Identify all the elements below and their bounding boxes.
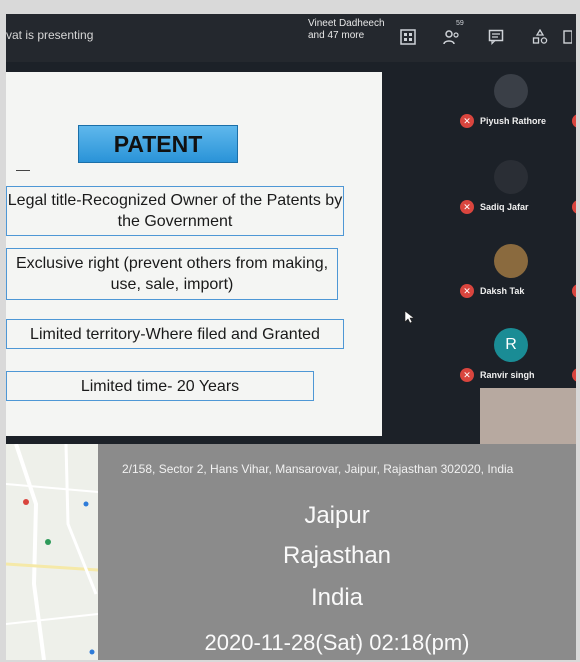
geo-stamp: 2/158, Sector 2, Hans Vihar, Mansarovar,… — [6, 444, 576, 660]
participant-name: Piyush Rathore — [480, 116, 547, 126]
location-map — [6, 444, 98, 660]
participant-count: 59 — [456, 20, 464, 27]
mouse-cursor-icon — [404, 310, 414, 324]
people-icon — [443, 30, 459, 45]
stamp-country: India — [310, 584, 364, 611]
participant-name: Daksh Tak — [480, 286, 525, 296]
map-roads — [6, 444, 98, 660]
self-view-thumbnail[interactable] — [480, 388, 576, 452]
layout-button[interactable] — [394, 22, 422, 52]
participant-tile[interactable]: ✕ Piyush Rathore — [446, 72, 576, 152]
slide-item: Limited time- 20 Years — [6, 371, 314, 401]
mic-off-icon: ✕ — [460, 114, 474, 128]
stamp-state: Rajasthan — [282, 542, 392, 569]
layout-icon — [400, 29, 416, 45]
presenting-label: vat is presenting — [6, 28, 94, 42]
participant-tile[interactable]: ✕ Daksh Tak — [446, 242, 576, 322]
mic-off-icon: ✕ — [460, 284, 474, 298]
people-line-2: and 47 more — [308, 30, 365, 41]
participant-name: Sadiq Jafar — [480, 202, 529, 212]
stamp-city: Jaipur — [304, 502, 370, 529]
stamp-datetime: 2020-11-28(Sat) 02:18(pm) — [204, 630, 470, 655]
activities-icon — [532, 29, 548, 44]
chat-button[interactable] — [482, 22, 510, 52]
people-line-1: Vineet Dadheech — [308, 18, 385, 29]
slide-item: Legal title-Recognized Owner of the Pate… — [6, 186, 344, 236]
participant-tile[interactable]: ✕ Sadiq Jafar — [446, 160, 576, 240]
mic-off-icon: ✕ — [460, 368, 474, 382]
more-icon — [563, 30, 572, 44]
avatar — [494, 244, 528, 278]
slide-item: Exclusive right (prevent others from mak… — [6, 248, 338, 300]
slide-item: Limited territory-Where filed and Grante… — [6, 319, 344, 349]
avatar — [494, 74, 528, 108]
chat-icon — [488, 29, 504, 45]
people-summary[interactable]: Vineet Dadheech and 47 more — [308, 18, 385, 42]
meeting-top-bar: vat is presenting Vineet Dadheech and 47… — [6, 14, 576, 62]
participant-name: Ranvir singh — [480, 370, 535, 380]
activities-button[interactable] — [526, 22, 554, 52]
avatar: R — [494, 328, 528, 362]
slide-dash — [16, 170, 30, 171]
presented-slide: PATENT Legal title-Recognized Owner of t… — [6, 72, 382, 436]
more-button[interactable] — [558, 22, 576, 52]
participants-button[interactable]: 59 — [438, 20, 466, 52]
mic-off-icon: ✕ — [460, 200, 474, 214]
slide-title: PATENT — [78, 125, 238, 163]
stamp-address: 2/158, Sector 2, Hans Vihar, Mansarovar,… — [122, 462, 514, 476]
avatar — [494, 160, 528, 194]
